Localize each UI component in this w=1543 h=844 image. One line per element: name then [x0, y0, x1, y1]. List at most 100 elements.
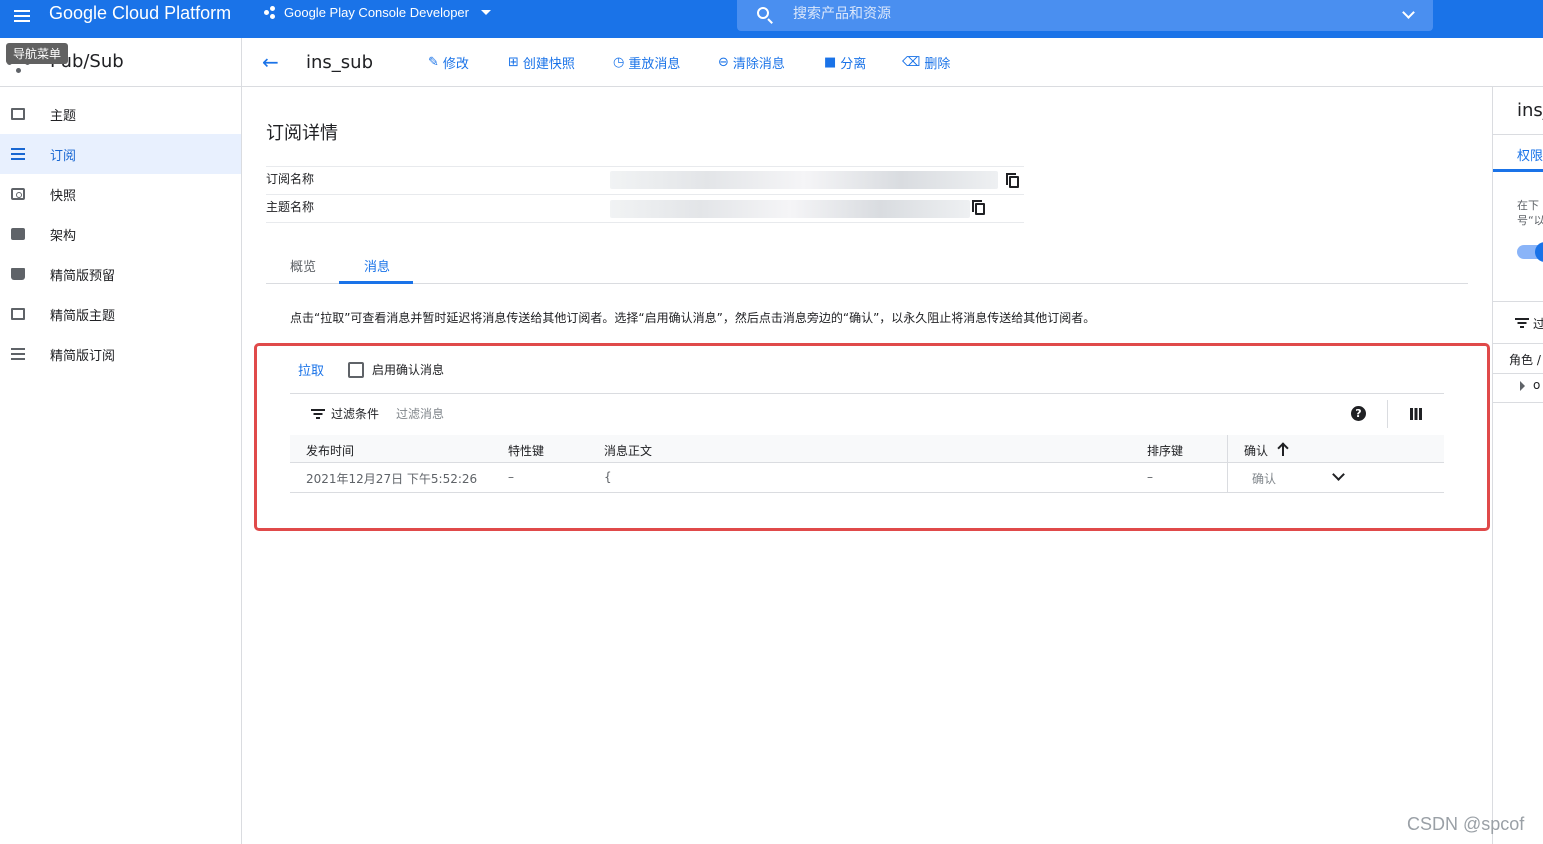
stop-square-icon: ■ — [824, 55, 837, 70]
back-arrow-icon[interactable]: ← — [262, 52, 279, 72]
sidebar-item-lite-subscriptions[interactable]: 精简版订阅 — [0, 334, 241, 374]
divider — [290, 492, 1444, 493]
trash-icon: ⌫ — [902, 55, 921, 70]
help-icon[interactable]: ? — [1351, 406, 1366, 421]
message-icon — [11, 108, 25, 120]
sidebar-item-snapshots[interactable]: 快照 — [0, 174, 241, 214]
divider — [1493, 301, 1543, 302]
column-header-attribute-keys[interactable]: 特性键 — [508, 442, 544, 459]
subscription-name-label: 订阅名称 — [266, 172, 315, 186]
divider — [1387, 400, 1388, 428]
redacted-topic-name — [610, 200, 970, 218]
column-header-ordering-key[interactable]: 排序键 — [1147, 442, 1183, 459]
search-bar[interactable] — [737, 0, 1433, 31]
resource-toolbar: ← ins_sub ✎ 修改 ⊞ 创建快照 ◷ 重放消息 ⊖ 清除消息 ■ 分离… — [242, 38, 1543, 87]
brand-title[interactable]: Google Cloud Platform — [49, 3, 231, 24]
column-divider — [1227, 435, 1228, 492]
caret-down-icon — [481, 10, 491, 15]
list-icon — [11, 348, 25, 360]
divider — [1493, 343, 1543, 344]
archive-icon — [11, 268, 25, 280]
sidebar-item-subscriptions[interactable]: 订阅 — [0, 134, 241, 174]
clock-icon: ◷ — [613, 55, 625, 70]
column-display-icon[interactable] — [1410, 408, 1422, 420]
divider — [290, 393, 1444, 394]
edit-button[interactable]: ✎ 修改 — [428, 53, 469, 72]
sidebar-item-label: 订阅 — [50, 148, 77, 164]
tab-messages[interactable]: 消息 — [364, 256, 390, 275]
delete-button[interactable]: ⌫ 删除 — [902, 53, 950, 72]
purge-messages-button[interactable]: ⊖ 清除消息 — [718, 53, 785, 72]
list-icon — [11, 148, 25, 160]
divider — [1493, 134, 1543, 135]
enable-ack-label: 启用确认消息 — [372, 363, 445, 377]
info-panel-title: ins_ — [1517, 100, 1543, 121]
sidebar-item-label: 精简版订阅 — [50, 348, 116, 364]
sidebar-item-schemas[interactable]: 架构 — [0, 214, 241, 254]
sidebar: Pub/Sub 主题 订阅 快照 架构 精简版预留 精简版主题 精简版订阅 — [0, 38, 242, 844]
sort-ascending-icon[interactable] — [1278, 442, 1288, 456]
search-input[interactable] — [793, 3, 1393, 25]
filter-icon — [311, 409, 325, 419]
sidebar-item-lite-topics[interactable]: 精简版主题 — [0, 294, 241, 334]
copy-icon[interactable] — [972, 200, 985, 215]
watermark: CSDN @spcof — [1407, 814, 1525, 834]
sidebar-item-lite-reservations[interactable]: 精简版预留 — [0, 254, 241, 294]
pull-button[interactable]: 拉取 — [298, 360, 324, 379]
topic-name-label: 主题名称 — [266, 200, 315, 214]
chevron-down-icon[interactable] — [1402, 6, 1415, 19]
sidebar-item-label: 快照 — [50, 188, 77, 204]
filter-input[interactable]: 过滤消息 — [396, 405, 444, 422]
message-icon — [11, 308, 25, 320]
column-header-ack[interactable]: 确认 — [1244, 442, 1268, 459]
add-box-icon: ⊞ — [508, 55, 519, 70]
project-name: Google Play Console Developer — [284, 5, 469, 20]
hamburger-menu-icon[interactable] — [6, 2, 38, 30]
cell-attribute-keys: – — [508, 470, 514, 484]
enable-ack-checkbox[interactable] — [348, 362, 364, 378]
sidebar-item-label: 精简版主题 — [50, 308, 116, 324]
detach-label: 分离 — [840, 57, 867, 72]
toggle-switch[interactable] — [1517, 242, 1543, 262]
redacted-subscription-name — [610, 171, 998, 189]
active-tab-indicator — [1493, 169, 1543, 172]
divider — [266, 222, 1024, 223]
snapshot-icon — [11, 188, 25, 200]
pencil-icon: ✎ — [428, 55, 439, 70]
ack-button[interactable]: 确认 — [1252, 470, 1276, 487]
sidebar-item-label: 主题 — [50, 108, 77, 124]
remove-circle-icon: ⊖ — [718, 55, 729, 70]
info-panel: ins_ 权限 在下 号“以 过 角色 / o — [1492, 87, 1543, 844]
project-selector[interactable]: Google Play Console Developer — [264, 5, 491, 20]
messages-hint-text: 点击“拉取”可查看消息并暂时延迟将消息传送给其他订阅者。选择“启用确认消息”，然… — [290, 311, 1096, 325]
divider — [266, 194, 1024, 195]
project-dots-icon — [264, 5, 278, 20]
info-panel-description: 在下 号“以 — [1517, 199, 1543, 227]
filter-label: 过滤条件 — [331, 407, 380, 421]
menu-tooltip: 导航菜单 — [6, 43, 69, 64]
tab-bar: 概览 消息 — [266, 245, 1468, 284]
sidebar-item-topics[interactable]: 主题 — [0, 94, 241, 134]
cell-ordering-key: – — [1147, 470, 1153, 484]
filter-label[interactable]: 过 — [1533, 315, 1543, 332]
purge-label: 清除消息 — [732, 57, 785, 72]
column-header-publish-time[interactable]: 发布时间 — [306, 442, 354, 459]
expand-triangle-icon[interactable] — [1520, 381, 1525, 391]
replay-messages-button[interactable]: ◷ 重放消息 — [613, 53, 680, 72]
create-snapshot-button[interactable]: ⊞ 创建快照 — [508, 53, 575, 72]
create-snapshot-label: 创建快照 — [522, 57, 575, 72]
divider — [266, 166, 1024, 167]
active-tab-indicator — [339, 281, 413, 284]
cell-body: { — [604, 470, 612, 484]
tab-overview[interactable]: 概览 — [290, 256, 316, 275]
replay-label: 重放消息 — [628, 57, 681, 72]
sidebar-divider — [0, 86, 241, 87]
code-icon — [11, 228, 25, 240]
search-icon — [757, 7, 769, 19]
copy-icon[interactable] — [1006, 173, 1019, 188]
detach-button[interactable]: ■ 分离 — [824, 53, 866, 72]
divider — [1493, 373, 1543, 374]
tab-permissions[interactable]: 权限 — [1517, 145, 1543, 164]
divider — [1493, 402, 1543, 403]
column-header-body[interactable]: 消息正文 — [604, 442, 652, 459]
